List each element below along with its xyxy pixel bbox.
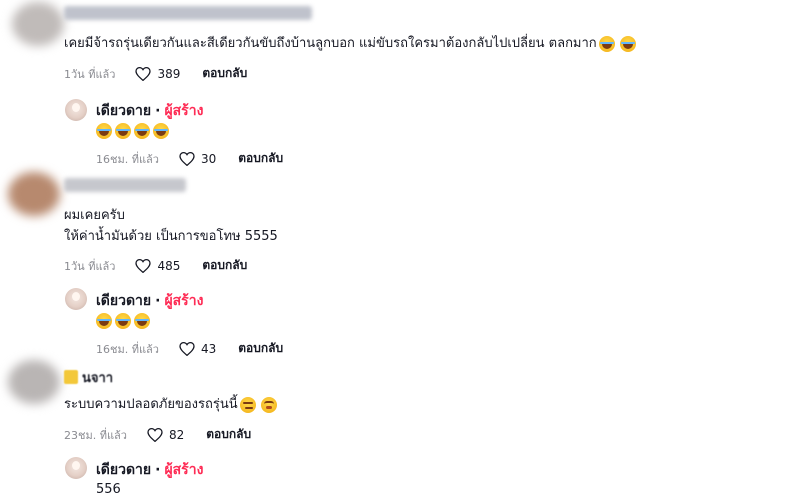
reply-meta-2: 16ชม. ที่แล้ว 43 ตอบกลับ <box>96 339 283 358</box>
comment-meta-3: 23ชม. ที่แล้ว 82 ตอบกลับ <box>64 425 251 444</box>
tears-of-joy-icon <box>115 123 131 139</box>
like-count: 485 <box>157 258 181 273</box>
comment-time: 1วัน ที่แล้ว <box>64 259 116 273</box>
tears-of-joy-icon <box>96 313 112 329</box>
comment-text-2-line2: ให้ค่าน้ำมันด้วย เป็นการขอโทษ 5555 <box>64 229 278 244</box>
flushed-face-icon <box>260 396 277 413</box>
comment-text-2-line1: ผมเคยครับ <box>64 208 125 223</box>
creator-badge: ผู้สร้าง <box>164 293 204 309</box>
like-count: 82 <box>168 427 185 442</box>
tears-of-joy-icon <box>134 313 150 329</box>
tears-of-joy-icon <box>115 313 131 329</box>
commenter-avatar-1[interactable] <box>12 2 64 46</box>
creator-badge: ผู้สร้าง <box>164 462 204 478</box>
like-count: 30 <box>200 151 217 166</box>
like-count: 389 <box>157 66 181 81</box>
creator-avatar[interactable] <box>65 457 87 479</box>
tears-of-joy-icon <box>598 35 615 52</box>
reply-button[interactable]: ตอบกลับ <box>238 339 283 358</box>
like-button[interactable]: 43 <box>179 341 217 356</box>
reply-emojis-2 <box>96 313 153 329</box>
creator-avatar[interactable] <box>65 288 87 310</box>
reply-time: 16ชม. ที่แล้ว <box>96 342 159 356</box>
tears-of-joy-icon <box>619 35 636 52</box>
reply-author-3: เดียวดาย · ผู้สร้าง <box>96 459 203 481</box>
like-count: 43 <box>200 341 217 356</box>
reply-author-1: เดียวดาย · ผู้สร้าง <box>96 100 203 122</box>
heart-icon <box>147 427 163 442</box>
reply-meta-1: 16ชม. ที่แล้ว 30 ตอบกลับ <box>96 149 283 168</box>
reply-time: 16ชม. ที่แล้ว <box>96 152 159 166</box>
reply-button[interactable]: ตอบกลับ <box>238 149 283 168</box>
tears-of-joy-icon <box>96 123 112 139</box>
commenter-name-1[interactable] <box>64 6 312 20</box>
commenter-name-2[interactable] <box>64 178 186 192</box>
like-button[interactable]: 82 <box>147 427 185 442</box>
comment-time: 1วัน ที่แล้ว <box>64 67 116 81</box>
tears-of-joy-icon <box>134 123 150 139</box>
heart-icon <box>179 151 195 166</box>
like-button[interactable]: 30 <box>179 151 217 166</box>
creator-badge: ผู้สร้าง <box>164 103 204 119</box>
comment-time: 23ชม. ที่แล้ว <box>64 428 127 442</box>
like-button[interactable]: 485 <box>135 258 181 273</box>
heart-icon <box>135 258 152 273</box>
comment-text-3: ระบบความปลอดภัยของรถรุ่นนี้ <box>64 395 280 414</box>
creator-avatar[interactable] <box>65 99 87 121</box>
reply-button[interactable]: ตอบกลับ <box>206 425 251 444</box>
commenter-name-3[interactable]: นจาา <box>64 368 113 386</box>
smirking-face-icon <box>239 396 256 413</box>
author-name[interactable]: เดียวดาย <box>96 290 151 312</box>
tears-of-joy-icon <box>153 123 169 139</box>
like-button[interactable]: 389 <box>135 66 181 81</box>
author-name[interactable]: เดียวดาย <box>96 100 151 122</box>
heart-icon <box>179 341 195 356</box>
note-icon <box>64 370 78 384</box>
reply-button[interactable]: ตอบกลับ <box>202 64 247 83</box>
heart-icon <box>135 66 152 81</box>
comment-meta-1: 1วัน ที่แล้ว 389 ตอบกลับ <box>64 64 247 83</box>
reply-button[interactable]: ตอบกลับ <box>202 256 247 275</box>
comment-text-1: เคยมีจ้ารถรุ่นเดียวกันและสีเดียวกันขับถึ… <box>64 34 639 53</box>
reply-text-3: 556 <box>96 482 121 497</box>
commenter-avatar-2[interactable] <box>8 172 60 216</box>
reply-author-2: เดียวดาย · ผู้สร้าง <box>96 290 203 312</box>
author-name[interactable]: เดียวดาย <box>96 459 151 481</box>
commenter-name-partial: นจาา <box>82 370 114 386</box>
reply-emojis-1 <box>96 123 172 139</box>
commenter-avatar-3[interactable] <box>8 360 60 404</box>
comment-meta-2: 1วัน ที่แล้ว 485 ตอบกลับ <box>64 256 247 275</box>
